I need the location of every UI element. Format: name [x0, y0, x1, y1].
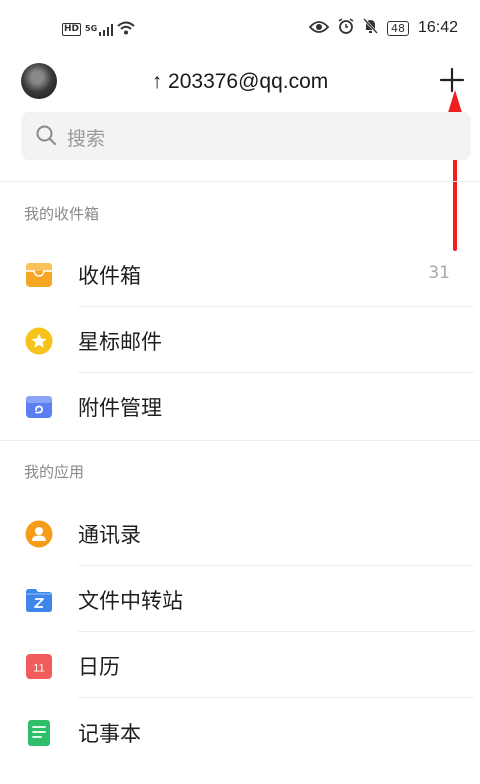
- battery-indicator: 48: [386, 20, 409, 36]
- inbox-icon: [26, 263, 52, 287]
- status-bar: HD 5G 48 16:42: [0, 0, 480, 60]
- divider: [0, 440, 480, 441]
- row-divider: [78, 697, 474, 698]
- item-label: 记事本: [78, 722, 141, 746]
- add-button[interactable]: [432, 60, 472, 100]
- calendar-icon: 11: [26, 654, 52, 679]
- folder-icon: [26, 589, 52, 612]
- section-title-apps: 我的应用: [24, 463, 85, 481]
- item-label: 收件箱: [78, 264, 141, 288]
- item-label: 星标邮件: [78, 330, 162, 354]
- alarm-icon: [338, 18, 354, 38]
- list-item-inbox[interactable]: 收件箱 31: [0, 241, 480, 307]
- item-label: 日历: [78, 655, 120, 679]
- search-placeholder: 搜索: [67, 128, 106, 150]
- status-time: 16:42: [417, 19, 458, 36]
- list-item-starred[interactable]: 星标邮件: [0, 307, 480, 373]
- item-label: 通讯录: [78, 523, 141, 547]
- account-email[interactable]: ↑ 203376@qq.com: [0, 70, 480, 94]
- attachment-icon: [26, 396, 52, 418]
- calendar-day-badge: 11: [33, 663, 44, 675]
- list-item-file-transfer[interactable]: 文件中转站: [0, 566, 480, 632]
- divider: [0, 181, 480, 182]
- item-label: 文件中转站: [78, 589, 183, 613]
- unread-count: 31: [428, 263, 450, 283]
- star-icon: [25, 327, 53, 355]
- wifi-icon: [117, 20, 135, 39]
- section-title-mailboxes: 我的收件箱: [24, 205, 100, 223]
- signal-icon: 5G: [85, 23, 114, 36]
- eye-icon: [308, 19, 330, 38]
- search-icon: [36, 125, 56, 145]
- list-item-contacts[interactable]: 通讯录: [0, 500, 480, 566]
- list-item-notebook[interactable]: 记事本: [0, 699, 480, 765]
- list-item-attachments[interactable]: 附件管理: [0, 373, 480, 439]
- item-label: 附件管理: [78, 396, 162, 420]
- mute-bell-icon: [363, 18, 378, 38]
- search-bar[interactable]: 搜索: [21, 112, 471, 160]
- contacts-icon: [25, 520, 53, 548]
- plus-icon: [439, 67, 465, 93]
- network-type-label: 5G: [85, 23, 98, 33]
- red-arrow-annotation: [447, 90, 463, 251]
- notebook-icon: [28, 720, 50, 746]
- list-item-calendar[interactable]: 11 日历: [0, 632, 480, 698]
- hd-indicator: HD: [62, 23, 82, 36]
